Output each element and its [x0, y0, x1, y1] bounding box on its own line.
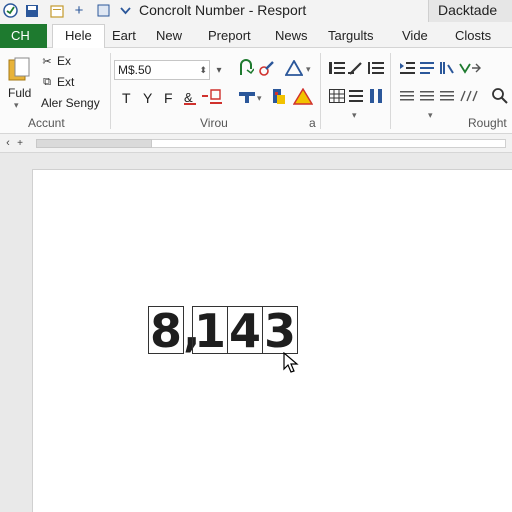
bold-button[interactable]: T	[122, 90, 131, 106]
account-button[interactable]: Dacktade	[428, 0, 512, 22]
underline-button[interactable]: F	[164, 90, 173, 106]
link-icon[interactable]	[258, 58, 276, 78]
paragraph-group-label: a	[309, 116, 316, 130]
table-icon[interactable]	[328, 88, 346, 104]
copy-label[interactable]: Ext	[57, 75, 74, 89]
tab-targults[interactable]: Targults	[328, 25, 374, 48]
shape-icon[interactable]	[237, 58, 255, 78]
line-spacing-icon[interactable]	[418, 60, 436, 76]
sort-icon[interactable]	[438, 60, 456, 76]
app-logo-icon[interactable]	[1, 2, 19, 19]
number-display[interactable]: 8 , 1 4 3	[148, 303, 299, 357]
tab-new[interactable]: New	[156, 25, 182, 48]
digit-box[interactable]: 3	[262, 306, 299, 355]
text-direction-icon[interactable]	[438, 88, 456, 104]
thousands-separator: ,	[183, 303, 201, 357]
cut-label[interactable]: Ex	[57, 54, 71, 68]
align-icon[interactable]	[347, 88, 365, 104]
digit-box[interactable]: 1	[192, 306, 229, 355]
triangle-icon[interactable]	[284, 58, 304, 78]
folder-icon[interactable]	[48, 2, 66, 19]
window-icon[interactable]	[94, 2, 112, 19]
window-title: Concrolt Number - Resport	[139, 2, 307, 18]
mouse-cursor-icon	[283, 352, 299, 373]
highlight-icon[interactable]	[236, 88, 258, 106]
numbering-icon[interactable]	[367, 60, 385, 76]
editing-group-label: Rought	[468, 116, 507, 130]
group-divider	[320, 53, 321, 129]
font-group-label: Virou	[200, 116, 228, 130]
font-name-input[interactable]: M$.50 ⬍	[114, 60, 210, 80]
paste-icon[interactable]	[6, 56, 32, 84]
save-icon[interactable]	[23, 2, 41, 19]
styles-dropdown-icon[interactable]: ▾	[428, 110, 433, 121]
tab-view[interactable]: Vide	[402, 25, 428, 48]
distribute-icon[interactable]	[418, 88, 436, 104]
warning-icon[interactable]	[292, 86, 314, 108]
italic-button[interactable]: Y	[143, 90, 152, 106]
columns-icon[interactable]	[367, 88, 385, 104]
text-style-icon[interactable]: &	[182, 88, 200, 106]
justify-icon[interactable]	[398, 88, 416, 104]
copy-icon[interactable]: ⧉	[40, 75, 54, 89]
customize-icon[interactable]	[116, 2, 134, 19]
cut-icon[interactable]: ✂	[40, 54, 54, 68]
ruler-margin	[36, 139, 152, 148]
slash-icon[interactable]	[458, 88, 480, 104]
indent-icon[interactable]	[398, 60, 416, 76]
search-icon[interactable]	[490, 86, 510, 106]
tab-stop-icon[interactable]: +	[14, 136, 26, 150]
group-divider	[110, 53, 111, 129]
title-bar: + Concrolt Number - Resport Dacktade	[0, 0, 512, 22]
add-icon[interactable]: +	[70, 2, 88, 19]
bullets-icon[interactable]	[328, 60, 346, 76]
clipboard-group-label: Accunt	[28, 116, 65, 130]
font-color-icon[interactable]	[202, 88, 224, 106]
pen-icon[interactable]	[347, 60, 365, 76]
tab-closts[interactable]: Closts	[455, 25, 491, 48]
digit-box[interactable]: 4	[227, 306, 264, 355]
highlight-dropdown-icon[interactable]: ▾	[257, 93, 262, 104]
ribbon-tabs: CH Hele Eart New Preport News Targults V…	[0, 22, 512, 49]
ruler: ‹ +	[0, 134, 512, 153]
tab-insert[interactable]: Eart	[112, 25, 136, 48]
paragraph-dropdown-icon[interactable]: ▾	[352, 110, 357, 121]
ruler-left-icon[interactable]: ‹	[2, 136, 14, 150]
paste-label[interactable]: Fuld	[8, 86, 31, 100]
tab-report[interactable]: Preport	[208, 25, 251, 48]
font-dropdown-icon[interactable]: ⬍	[199, 61, 207, 79]
font-size-dropdown-icon[interactable]: ▾	[212, 62, 226, 78]
svg-text:&: &	[184, 90, 193, 105]
tab-home[interactable]: Hele	[52, 24, 105, 49]
paste-dropdown-icon[interactable]: ▾	[14, 100, 19, 111]
ribbon: Fuld ▾ ✂ Ex ⧉ Ext Aler Sengy Accunt M$.5…	[0, 48, 512, 134]
font-name-value: M$.50	[118, 63, 152, 77]
tab-news[interactable]: News	[275, 25, 308, 48]
digit-box[interactable]: 8	[148, 306, 185, 355]
shapes-dropdown-icon[interactable]: ▾	[306, 64, 311, 75]
fill-icon[interactable]	[270, 86, 290, 108]
group-divider	[390, 53, 391, 129]
styles-arrow-icon[interactable]	[458, 60, 484, 76]
format-painter-label[interactable]: Aler Sengy	[41, 96, 100, 110]
tab-file[interactable]: CH	[0, 24, 47, 48]
